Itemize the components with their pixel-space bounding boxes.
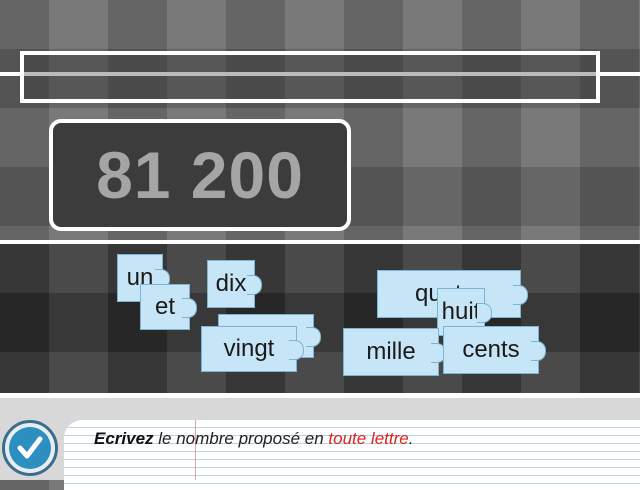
instruction-verb: Ecrivez: [94, 429, 154, 448]
validate-button[interactable]: [2, 420, 58, 476]
word-tile-mille[interactable]: mille: [343, 328, 446, 376]
word-tile-tray: deux un et dix vingt quatre huit mille c…: [0, 244, 640, 394]
instruction-text: Ecrivez le nombre proposé en toute lettr…: [94, 429, 413, 449]
number-display: 81 200: [49, 119, 351, 231]
instruction-middle: le nombre proposé en: [153, 429, 329, 448]
word-tile-vingt[interactable]: vingt: [201, 326, 304, 372]
checkmark-icon: [17, 436, 43, 459]
word-tile-dix[interactable]: dix: [207, 260, 262, 308]
answer-drop-zone[interactable]: [20, 51, 600, 103]
number-value: 81 200: [96, 138, 304, 212]
instruction-end: .: [408, 429, 414, 448]
instruction-highlight: toute lettre: [328, 429, 409, 448]
validate-button-inner: [9, 427, 51, 469]
word-tile-cents[interactable]: cents: [443, 326, 546, 374]
word-tile-et[interactable]: et: [140, 284, 197, 330]
